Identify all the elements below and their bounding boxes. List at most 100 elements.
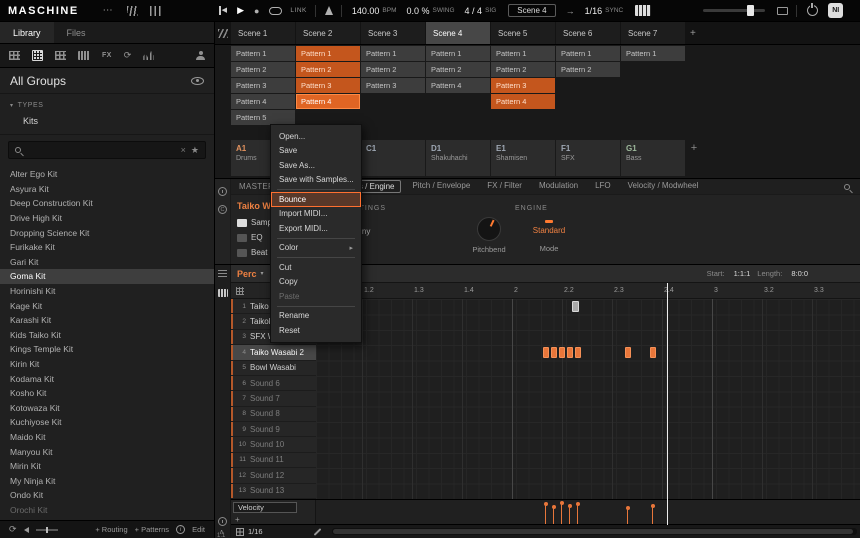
pattern-cell[interactable]: Pattern 2 xyxy=(426,62,490,77)
pattern-cell[interactable]: Pattern 3 xyxy=(296,78,360,93)
context-menu-item[interactable]: Save As... xyxy=(271,158,361,173)
all-groups-label[interactable]: All Groups xyxy=(10,74,66,88)
kit-list-item[interactable]: Mirin Kit xyxy=(0,459,214,474)
kit-list-item[interactable]: Drive High Kit xyxy=(0,211,214,226)
info-icon[interactable]: i xyxy=(176,525,186,534)
param-tab[interactable]: LFO xyxy=(589,180,617,193)
context-menu-item[interactable]: Bounce xyxy=(271,192,361,207)
pattern-cell[interactable]: Pattern 3 xyxy=(361,78,425,93)
signature-value[interactable]: 4 / 4 xyxy=(465,6,483,16)
pattern-cell[interactable]: Pattern 4 xyxy=(296,94,360,109)
bpm-value[interactable]: 140.00 xyxy=(352,6,380,16)
refresh-icon[interactable]: ⟳ xyxy=(9,524,17,535)
master-volume-slider[interactable] xyxy=(703,5,766,16)
pencil-icon[interactable] xyxy=(313,527,321,536)
sound-row[interactable]: 8 Sound 8 xyxy=(231,406,316,422)
ideas-view-icon[interactable] xyxy=(215,22,231,44)
user-content-icon[interactable] xyxy=(196,51,205,60)
kit-list-item[interactable]: Orochi Kit xyxy=(0,503,214,518)
pattern-cell[interactable]: Pattern 1 xyxy=(621,46,685,61)
midi-note[interactable] xyxy=(543,347,549,359)
types-header[interactable]: ▾ TYPES xyxy=(10,102,204,109)
context-menu-item[interactable]: Import MIDI... xyxy=(271,207,361,222)
loop-icon[interactable] xyxy=(269,6,283,15)
retrigger-value[interactable]: 1/16 xyxy=(585,6,603,16)
sound-row[interactable]: 6 Sound 6 xyxy=(231,375,316,392)
eye-icon[interactable] xyxy=(191,76,204,85)
keyboard-view-icon[interactable] xyxy=(218,289,228,297)
link-toggle[interactable]: LINK xyxy=(290,7,306,14)
group-cell[interactable]: C1 xyxy=(361,140,425,176)
context-menu-item[interactable]: Copy xyxy=(271,275,361,290)
retrigger-icon[interactable]: → xyxy=(566,6,575,16)
pattern-cell[interactable]: Pattern 1 xyxy=(426,46,490,61)
note-grid[interactable] xyxy=(316,299,860,499)
pattern-cell[interactable]: Pattern 4 xyxy=(231,94,295,109)
pattern-cell[interactable]: Pattern 2 xyxy=(556,62,620,77)
collapse-icon[interactable]: ∧ xyxy=(219,528,224,536)
kit-list-item[interactable]: Alter Ego Kit xyxy=(0,167,214,182)
velocity-stem[interactable] xyxy=(559,501,564,525)
scene-tab[interactable]: Scene 3 xyxy=(361,22,425,44)
kit-list-item[interactable]: Gari Kit xyxy=(0,255,214,270)
add-group-button[interactable]: + xyxy=(686,140,702,176)
oneshots-icon[interactable] xyxy=(143,51,155,60)
horizontal-scrollbar[interactable] xyxy=(332,528,857,535)
context-menu-item[interactable]: Reset xyxy=(271,323,361,338)
pattern-cell[interactable]: Pattern 3 xyxy=(231,78,295,93)
velocity-stem[interactable] xyxy=(551,505,556,525)
velocity-grid[interactable] xyxy=(316,500,860,525)
pattern-cell[interactable]: Pattern 5 xyxy=(231,110,295,125)
scene-tab[interactable]: Scene 2 xyxy=(296,22,360,44)
param-tab[interactable]: Pitch / Envelope xyxy=(406,180,476,193)
context-menu-item[interactable]: Cut xyxy=(271,260,361,275)
kit-list-item[interactable]: Kotowaza Kit xyxy=(0,401,214,416)
groups-icon[interactable] xyxy=(32,50,43,61)
sound-row[interactable]: 7 Sound 7 xyxy=(231,391,316,407)
playhead[interactable] xyxy=(667,283,668,525)
pattern-cell[interactable]: Pattern 3 xyxy=(491,78,555,93)
kit-list-item[interactable]: Kage Kit xyxy=(0,298,214,313)
kit-list-item[interactable]: Kosho Kit xyxy=(0,386,214,401)
pattern-cell[interactable]: Pattern 1 xyxy=(296,46,360,61)
kit-list-item[interactable]: Goma Kit xyxy=(0,269,214,284)
midi-note[interactable] xyxy=(572,301,579,312)
kit-list-item[interactable]: Kirin Kit xyxy=(0,357,214,372)
types-item-kits[interactable]: Kits xyxy=(23,116,204,126)
patterns-button[interactable]: + Patterns xyxy=(135,525,169,534)
mixer-toggle-icon[interactable] xyxy=(149,5,161,16)
context-menu-item[interactable]: Color ▸ xyxy=(271,241,361,256)
context-menu-item[interactable]: Rename xyxy=(271,309,361,324)
sound-row[interactable]: 13 Sound 13 xyxy=(231,483,316,499)
kit-list-item[interactable]: Deep Construction Kit xyxy=(0,196,214,211)
sounds-icon[interactable] xyxy=(55,51,66,60)
clock-icon[interactable] xyxy=(218,187,227,196)
pattern-cell[interactable]: Pattern 2 xyxy=(491,62,555,77)
overflow-menu-icon[interactable]: ⋯ xyxy=(103,5,113,16)
pattern-cell[interactable]: Pattern 4 xyxy=(426,78,490,93)
effects-icon[interactable]: FX xyxy=(102,52,112,59)
prehear-volume-slider[interactable] xyxy=(35,526,58,533)
scene-select-button[interactable]: Scene 4 xyxy=(508,4,556,17)
context-menu-item[interactable]: Save xyxy=(271,144,361,159)
context-menu-item[interactable]: Export MIDI... xyxy=(271,221,361,236)
kit-list-item[interactable]: Kuchiyose Kit xyxy=(0,415,214,430)
midi-note[interactable] xyxy=(650,347,656,359)
pattern-cell[interactable]: Pattern 1 xyxy=(361,46,425,61)
add-lane-button[interactable]: + xyxy=(235,515,240,524)
param-search-icon[interactable] xyxy=(844,183,850,190)
scene-tab[interactable]: Scene 6 xyxy=(556,22,620,44)
restart-icon[interactable]: ◀ xyxy=(218,6,227,15)
scene-tab[interactable]: Scene 4 xyxy=(426,22,490,44)
start-value[interactable]: 1:1:1 xyxy=(734,269,751,278)
pattern-cell[interactable]: Pattern 1 xyxy=(491,46,555,61)
kit-list-item[interactable]: Kids Taiko Kit xyxy=(0,328,214,343)
loops-icon[interactable]: ⟳ xyxy=(124,51,132,60)
sound-row[interactable]: 4 Taiko Wasabi 2 xyxy=(231,345,316,361)
kit-list-item[interactable]: Asyura Kit xyxy=(0,182,214,197)
kit-list-item[interactable]: Karashi Kit xyxy=(0,313,214,328)
pad-grid-icon[interactable] xyxy=(236,286,244,295)
swing-value[interactable]: 0.0 % xyxy=(407,6,430,16)
play-icon[interactable]: ▶ xyxy=(237,5,244,16)
sound-row[interactable]: 9 Sound 9 xyxy=(231,422,316,438)
